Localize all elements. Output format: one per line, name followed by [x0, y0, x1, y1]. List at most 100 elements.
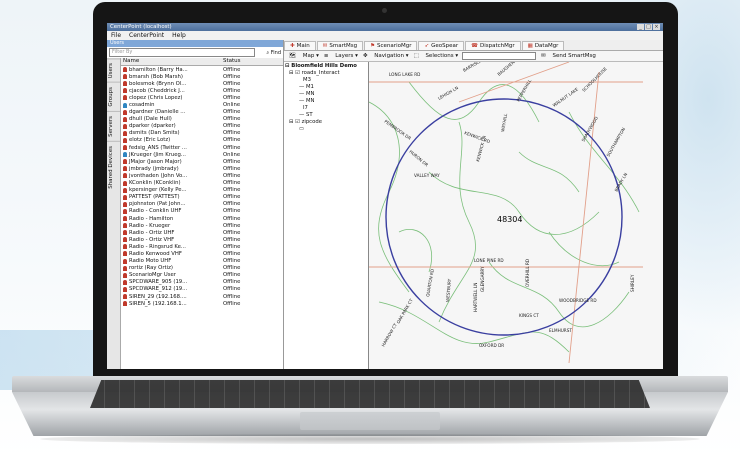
table-row[interactable]: fedsig_ANS (Twitter ... Offline — [121, 144, 283, 151]
table-row[interactable]: Radio - Krueger Offline — [121, 222, 283, 229]
user-icon — [123, 201, 127, 207]
user-icon — [123, 130, 127, 136]
user-icon — [123, 194, 127, 200]
map-svg[interactable]: 48304 LONG LAKE RD BARRISON LN BAUGHEN CT S… — [369, 62, 643, 363]
table-row[interactable]: JKrueger (Jim Krueg... Online — [121, 151, 283, 158]
stream-line — [428, 171, 600, 235]
user-status: Offline — [223, 187, 241, 194]
map-menu-button[interactable]: 🗺 Map ▾ — [289, 53, 319, 59]
stream-line — [438, 121, 476, 323]
close-button[interactable]: × — [653, 24, 660, 30]
table-row[interactable]: elotz (Eric Lotz) Offline — [121, 137, 283, 144]
table-row[interactable]: rortiz (Ray Ortiz) Offline — [121, 265, 283, 272]
table-row[interactable]: Radio Moto UHF Offline — [121, 258, 283, 265]
table-row[interactable]: SPCDWARE_905 (19... Offline — [121, 279, 283, 286]
user-icon — [123, 152, 127, 158]
table-row[interactable]: Radio - Conklin UHF Offline — [121, 208, 283, 215]
menu-file[interactable]: File — [111, 32, 121, 39]
table-row[interactable]: bhamilton (Barry Ha... Offline — [121, 66, 283, 73]
user-name: SPCDWARE_912 (19... — [129, 286, 188, 293]
user-name-cell: ScenarioMgr User — [121, 272, 223, 278]
send-smartmsg-button[interactable]: ✉ Send SmartMsg — [541, 53, 596, 59]
table-row[interactable]: Radio - Hamilton Offline — [121, 215, 283, 222]
table-row[interactable]: dhull (Dale Hull) Offline — [121, 116, 283, 123]
layer-zipcode-swatch: ▭ — [299, 126, 305, 132]
layer-zipcode[interactable]: ⊟ ☑ zipcode — [285, 119, 367, 126]
user-name-cell: bmarsh (Bob Marsh) — [121, 74, 223, 80]
user-name-cell: SPCDWARE_905 (19... — [121, 279, 223, 285]
tab-datamgr[interactable]: ▦ DataMgr — [521, 41, 565, 50]
user-name-cell: Radio - Ortiz UHF — [121, 230, 223, 236]
webcam — [382, 8, 387, 13]
table-row[interactable]: KConklin (KConklin) Offline — [121, 180, 283, 187]
map-canvas[interactable]: 48304 LONG LAKE RD BARRISON LN BAUGHEN CT S… — [369, 62, 663, 369]
table-row[interactable]: jmbrady (jmbrady) Offline — [121, 165, 283, 172]
user-icon — [123, 74, 127, 80]
layers-menu-button[interactable]: ≡ Layers ▾ — [324, 53, 358, 59]
user-name: SPCDWARE_905 (19... — [129, 279, 188, 286]
find-button[interactable]: ⌕ Find — [255, 50, 281, 56]
navigation-menu-button[interactable]: ✥ Navigation ▾ — [363, 53, 409, 59]
user-icon — [123, 301, 127, 307]
table-row[interactable]: dparker (dparker) Offline — [121, 123, 283, 130]
window-title: CenterPoint (localhost) — [110, 24, 172, 30]
layer-root[interactable]: ⊟ Bloomfield Hills Demo — [285, 63, 367, 70]
user-name: rortiz (Ray Ortiz) — [129, 265, 173, 272]
table-row[interactable]: Radio - Ortiz UHF Offline — [121, 229, 283, 236]
users-filter-input[interactable]: Filter By — [109, 48, 255, 57]
menu-help[interactable]: Help — [172, 32, 186, 39]
side-tab-servers[interactable]: Servers — [107, 111, 120, 141]
table-row[interactable]: jvonthaden (John Vo... Offline — [121, 172, 283, 179]
table-row[interactable]: Radio - Ortiz VHF Offline — [121, 236, 283, 243]
selections-menu-label: Selections — [425, 53, 454, 59]
layer-roads[interactable]: ⊟ ☑ roads_Interact — [285, 70, 367, 77]
user-name: Radio - Ortiz UHF — [129, 229, 175, 236]
table-row[interactable]: PATTEST (PATTEST) Offline — [121, 194, 283, 201]
table-row[interactable]: dgardner (Danielle ... Offline — [121, 109, 283, 116]
maximize-button[interactable]: □ — [645, 24, 652, 30]
tab-dispatchmgr[interactable]: ☎ DispatchMgr — [465, 41, 521, 50]
tab-main[interactable]: ✚ Main — [284, 41, 316, 50]
table-row[interactable]: SIREN_5 (192.168.1... Offline — [121, 300, 283, 307]
scenario-icon: ⚑ — [370, 43, 376, 49]
user-name-cell: Radio - Ortiz VHF — [121, 237, 223, 243]
table-row[interactable]: Radio - Ringsrud Ke... Offline — [121, 243, 283, 250]
side-tab-shared-devices[interactable]: Shared Devices — [107, 140, 120, 193]
table-row[interactable]: Radio Kenwood VHF Offline — [121, 250, 283, 257]
table-row[interactable]: clopez (Chris Lopez) Offline — [121, 94, 283, 101]
user-name-cell: cjacob (Cheddrick J... — [121, 88, 223, 94]
layer-root-label: Bloomfield Hills Demo — [291, 63, 357, 69]
tab-smartmsg[interactable]: ✉ SmartMsg — [316, 41, 364, 50]
table-row[interactable]: dsmits (Dan Smits) Offline — [121, 130, 283, 137]
tab-scenariomgr[interactable]: ⚑ ScenarioMgr — [364, 41, 418, 50]
table-row[interactable]: SIREN_29 (192.168.... Offline — [121, 293, 283, 300]
column-name[interactable]: Name — [121, 58, 223, 65]
selections-menu-button[interactable]: ⬚ Selections ▾ — [413, 53, 458, 59]
table-row[interactable]: ScenarioMgr User Offline — [121, 272, 283, 279]
column-status[interactable]: Status — [223, 58, 241, 65]
street-label: GLENGARRY — [480, 266, 485, 292]
table-row[interactable]: cjacob (Cheddrick J... Offline — [121, 87, 283, 94]
user-icon — [123, 137, 127, 143]
selection-combo[interactable] — [462, 52, 537, 60]
table-row[interactable]: pjohnston (Pat John... Offline — [121, 201, 283, 208]
user-name: dgardner (Danielle ... — [129, 109, 186, 116]
user-name: fedsig_ANS (Twitter ... — [129, 144, 187, 151]
user-icon — [123, 180, 127, 186]
user-name-cell: dhull (Dale Hull) — [121, 116, 223, 122]
table-row[interactable]: kpersinger (Kelly Pe... Offline — [121, 187, 283, 194]
layer-m3: M3 — [285, 77, 367, 84]
table-row[interactable]: bolesmok (Brynn Ol... Offline — [121, 80, 283, 87]
table-row[interactable]: bmarsh (Bob Marsh) Offline — [121, 73, 283, 80]
table-row[interactable]: JMajor (Jason Major) Offline — [121, 158, 283, 165]
side-tab-users[interactable]: Users — [107, 58, 120, 83]
table-row[interactable]: SPCDWARE_912 (19... Offline — [121, 286, 283, 293]
user-icon — [123, 95, 127, 101]
side-tab-groups[interactable]: Groups — [107, 82, 120, 112]
street-label: KINGS CT — [519, 313, 539, 318]
tab-geospear-label: GeoSpear — [431, 43, 459, 49]
menu-centerpoint[interactable]: CenterPoint — [129, 32, 164, 39]
table-row[interactable]: cosadmin Online — [121, 101, 283, 108]
tab-geospear[interactable]: ➶ GeoSpear — [418, 41, 465, 50]
minimize-button[interactable]: _ — [637, 24, 644, 30]
